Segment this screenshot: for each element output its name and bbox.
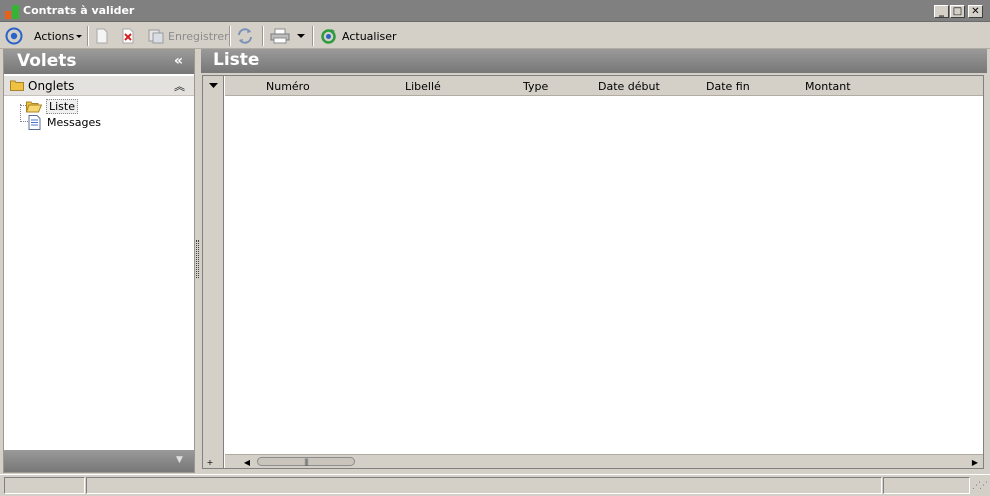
status-cell bbox=[86, 477, 882, 494]
tree-item-label: Liste bbox=[46, 98, 78, 114]
grid-menu-button[interactable] bbox=[203, 76, 224, 96]
status-cell bbox=[4, 477, 85, 494]
column-header-type[interactable]: Type bbox=[523, 80, 548, 93]
collapse-section-button[interactable]: ︽ bbox=[174, 78, 185, 94]
scroll-right-button[interactable]: ▶ bbox=[969, 456, 981, 468]
folder-open-icon bbox=[26, 101, 42, 112]
column-header-date-debut[interactable]: Date début bbox=[598, 80, 660, 93]
folder-icon bbox=[10, 80, 24, 91]
column-header-numero[interactable]: Numéro bbox=[266, 80, 310, 93]
toolbar: Actions Enregistrer Actualiser bbox=[0, 23, 990, 49]
maximize-button[interactable]: □ bbox=[950, 5, 965, 18]
print-button[interactable] bbox=[270, 26, 290, 46]
title-bar: Contrats à valider _ □ ✕ bbox=[0, 0, 990, 22]
tree-connector bbox=[20, 104, 21, 122]
main-panel-title: Liste bbox=[213, 50, 260, 70]
actions-label: Actions bbox=[34, 29, 75, 43]
chevron-down-icon[interactable]: ▼ bbox=[176, 455, 183, 465]
column-header-date-fin[interactable]: Date fin bbox=[706, 80, 750, 93]
left-panel-title: Volets bbox=[17, 51, 77, 71]
left-panel: Volets « Onglets ︽ Liste Messages ▼ bbox=[3, 49, 195, 473]
target-icon bbox=[5, 27, 23, 45]
maximize-icon: □ bbox=[952, 5, 963, 17]
section-header-onglets[interactable]: Onglets ︽ bbox=[4, 76, 194, 96]
collapse-left-panel-button[interactable]: « bbox=[174, 53, 183, 69]
options-icon-button[interactable] bbox=[5, 26, 23, 46]
save-icon bbox=[148, 29, 164, 44]
toolbar-separator bbox=[262, 26, 264, 46]
app-icon bbox=[5, 5, 19, 19]
refresh-icon bbox=[321, 28, 336, 44]
minimize-button[interactable]: _ bbox=[934, 5, 949, 18]
save-button[interactable]: Enregistrer bbox=[148, 26, 229, 46]
column-header-libelle[interactable]: Libellé bbox=[405, 80, 441, 93]
chevron-down-icon bbox=[297, 34, 305, 38]
tree-item-label: Messages bbox=[47, 115, 101, 129]
main-panel: Liste Numéro Libellé Type Date début Dat… bbox=[201, 49, 987, 473]
delete-button[interactable] bbox=[121, 26, 135, 46]
chevron-down-icon bbox=[209, 83, 218, 88]
document-icon bbox=[28, 114, 41, 130]
main-panel-header: Liste bbox=[201, 49, 987, 73]
status-bar: ⋰⋰ bbox=[0, 474, 990, 496]
tree-item-liste[interactable]: Liste bbox=[26, 98, 78, 114]
column-header-montant[interactable]: Montant bbox=[805, 80, 851, 93]
close-button[interactable]: ✕ bbox=[968, 5, 983, 18]
row-selector-column bbox=[203, 76, 224, 468]
expand-all-icon[interactable]: + bbox=[204, 456, 216, 468]
window-title: Contrats à valider bbox=[23, 4, 135, 17]
resize-grip-icon[interactable]: ⋰⋰ bbox=[972, 481, 988, 491]
print-dropdown-button[interactable] bbox=[296, 26, 306, 46]
toolbar-separator bbox=[229, 26, 231, 46]
new-document-icon bbox=[96, 28, 108, 44]
scroll-left-button[interactable]: ◀ bbox=[241, 456, 253, 468]
save-label: Enregistrer bbox=[168, 29, 229, 43]
actions-menu-button[interactable]: Actions bbox=[34, 26, 84, 46]
sync-button[interactable] bbox=[236, 26, 254, 46]
chevron-down-icon bbox=[76, 35, 83, 38]
left-panel-footer: ▼ bbox=[4, 450, 194, 472]
horizontal-scrollbar[interactable]: + ◀ ||| ▶ bbox=[207, 454, 983, 468]
scroll-thumb[interactable]: ||| bbox=[257, 457, 355, 466]
section-label: Onglets bbox=[28, 79, 75, 93]
panel-splitter[interactable] bbox=[196, 240, 199, 278]
minimize-icon: _ bbox=[939, 5, 944, 17]
status-cell bbox=[883, 477, 970, 494]
toolbar-separator bbox=[312, 26, 314, 46]
printer-icon bbox=[270, 28, 290, 44]
grid-header: Numéro Libellé Type Date début Date fin … bbox=[225, 76, 983, 96]
refresh-label: Actualiser bbox=[342, 29, 397, 43]
close-icon: ✕ bbox=[971, 5, 980, 17]
toolbar-separator bbox=[87, 26, 89, 46]
delete-icon bbox=[122, 28, 134, 44]
new-button[interactable] bbox=[95, 26, 109, 46]
left-panel-header: Volets « bbox=[4, 50, 194, 74]
sync-icon bbox=[238, 28, 252, 44]
data-grid[interactable]: Numéro Libellé Type Date début Date fin … bbox=[202, 75, 984, 469]
refresh-button[interactable]: Actualiser bbox=[320, 26, 397, 46]
tree-item-messages[interactable]: Messages bbox=[28, 114, 101, 130]
tree-view: Liste Messages bbox=[4, 97, 194, 397]
